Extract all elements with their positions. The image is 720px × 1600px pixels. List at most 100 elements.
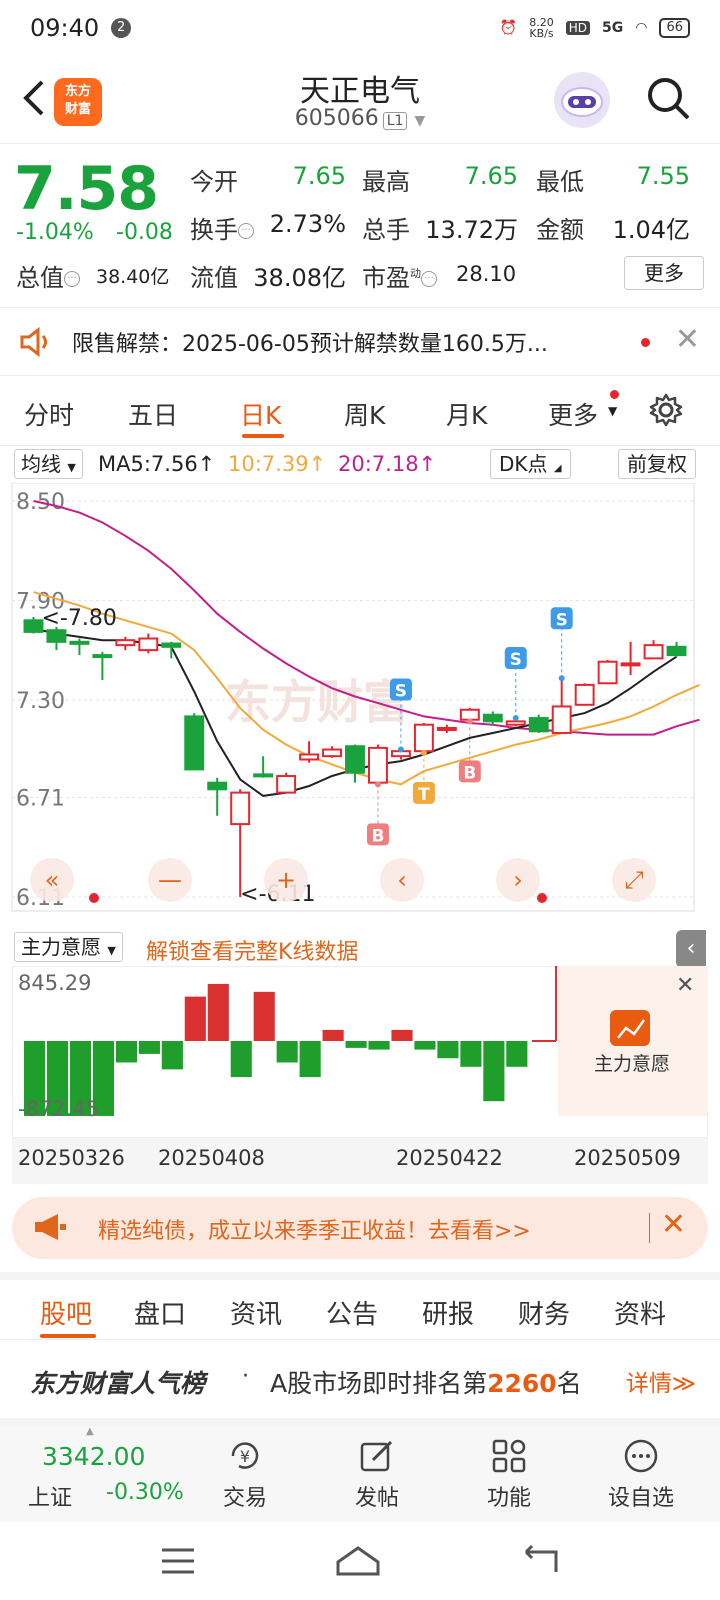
collapse-icon[interactable]: ‹ xyxy=(676,930,706,968)
indicator-bar xyxy=(276,1041,298,1063)
indicator-bar xyxy=(391,1029,413,1041)
popularity-rank[interactable]: 东方财富人气榜 · A股市场即时排名第2260名 详情≫ xyxy=(0,1340,720,1426)
tab-news[interactable]: 资讯 xyxy=(230,1294,282,1331)
stock-code[interactable]: 605066 L1 ▼ xyxy=(0,106,720,131)
more-button[interactable]: 更多 xyxy=(624,256,704,290)
ad-banner[interactable]: 精选纯债，成立以来季季正收益！去看看>> ✕ xyxy=(12,1197,708,1259)
status-time: 09:40 xyxy=(30,14,100,42)
indicator-chart[interactable]: 845.29 -872.45 ✕ 主力意愿 xyxy=(12,966,708,1138)
candle-body xyxy=(276,775,297,794)
chevron-down-icon: ▼ xyxy=(608,404,618,418)
candle-body xyxy=(459,708,480,721)
candle-body xyxy=(46,629,67,643)
step-right-icon[interactable]: › xyxy=(496,858,540,902)
trade-button[interactable]: ¥ 交易 xyxy=(200,1436,290,1512)
indicator-bar xyxy=(184,996,206,1041)
unlock-notice[interactable]: 限售解禁：2025-06-05预计解禁数量160.5万... ✕ xyxy=(0,308,720,376)
dk-point-button[interactable]: DK点 ◢ xyxy=(490,449,571,479)
open-label: 今开 xyxy=(190,168,238,196)
float-value: 38.08亿 xyxy=(253,264,346,292)
signal-dot xyxy=(420,749,427,756)
candle-body xyxy=(23,619,44,633)
tab-monthly-k[interactable]: 月K xyxy=(446,396,487,432)
candle-body xyxy=(184,715,205,771)
level-badge: L1 xyxy=(382,112,408,130)
tab-daily-k[interactable]: 日K xyxy=(240,396,281,432)
candle-body xyxy=(528,717,549,733)
menu-icon[interactable] xyxy=(160,1546,196,1576)
tab-weekly-k[interactable]: 周K xyxy=(344,396,385,432)
fullscreen-icon[interactable]: ⤢ xyxy=(612,858,656,902)
pe-label-text: 市盈 xyxy=(362,264,410,292)
home-icon[interactable] xyxy=(334,1544,382,1578)
ma-select[interactable]: 均线 ▼ xyxy=(14,449,83,479)
signal-dot xyxy=(558,675,565,682)
tab-research[interactable]: 研报 xyxy=(422,1294,474,1331)
tab-finance[interactable]: 财务 xyxy=(518,1294,570,1331)
tab-profile[interactable]: 资料 xyxy=(614,1294,666,1331)
functions-button[interactable]: 功能 xyxy=(464,1436,554,1512)
candle-body xyxy=(92,654,113,659)
candle-body xyxy=(643,644,664,660)
zoom-out-icon[interactable]: — xyxy=(148,858,192,902)
scroll-left-fast-icon[interactable]: « xyxy=(30,858,74,902)
y-tick-label: 7.30 xyxy=(16,689,65,714)
close-icon[interactable]: ✕ xyxy=(676,973,694,998)
amount-value: 1.04亿 xyxy=(612,216,690,244)
stock-title: 天正电气 xyxy=(300,74,420,109)
close-icon[interactable]: ✕ xyxy=(675,322,700,357)
megaphone-icon xyxy=(35,1214,66,1240)
back-nav-icon[interactable] xyxy=(520,1544,560,1578)
indicator-select[interactable]: 主力意愿 ▼ xyxy=(14,932,123,962)
indicator-bar xyxy=(115,1041,137,1063)
add-watchlist-label: 设自选 xyxy=(607,1486,674,1511)
zoom-in-icon[interactable]: + xyxy=(264,858,308,902)
step-left-icon[interactable]: ‹ xyxy=(380,858,424,902)
control-glyph: ⤢ xyxy=(624,866,643,894)
low-label: 最低 xyxy=(536,168,584,196)
corner-icon: ◢ xyxy=(553,463,562,474)
signal-dot xyxy=(512,715,519,722)
index-value[interactable]: 3342.00 xyxy=(42,1442,145,1471)
rank-detail-link[interactable]: 详情≫ xyxy=(626,1364,696,1398)
indicator-bar xyxy=(299,1041,321,1078)
notification-count: 2 xyxy=(111,18,132,38)
adjust-button[interactable]: 前复权 xyxy=(618,449,696,479)
tab-more[interactable]: 更多 xyxy=(548,396,598,432)
search-icon[interactable] xyxy=(644,74,692,122)
info-icon[interactable]: ··· xyxy=(238,223,254,239)
close-icon[interactable]: ✕ xyxy=(661,1207,686,1242)
ad-divider xyxy=(649,1213,650,1243)
post-button[interactable]: 发帖 xyxy=(332,1436,422,1512)
tab-five-day[interactable]: 五日 xyxy=(128,396,178,432)
date-tick: 20250408 xyxy=(158,1146,265,1170)
chevron-down-icon: ▼ xyxy=(107,944,116,957)
ma5-value: MA5:7.56↑ xyxy=(98,452,216,476)
date-axis: 20250326 20250408 20250422 20250509 xyxy=(12,1138,708,1184)
kline-chart[interactable]: 8.507.907.306.716.11东方财富<-7.80<-6.11SSSB… xyxy=(0,483,720,923)
gear-icon[interactable] xyxy=(648,392,684,428)
unlock-kline-link[interactable]: 解锁查看完整K线数据 xyxy=(146,934,358,966)
control-glyph: — xyxy=(158,866,182,894)
stock-code-text: 605066 xyxy=(294,106,379,131)
candle-body xyxy=(551,705,572,734)
trade-label: 交易 xyxy=(222,1486,267,1511)
robot-avatar-icon[interactable] xyxy=(554,72,610,128)
tab-intraday[interactable]: 分时 xyxy=(24,396,74,432)
ma-select-label: 均线 xyxy=(21,452,61,476)
tab-guba[interactable]: 股吧 xyxy=(40,1294,92,1331)
candle-body xyxy=(436,726,457,731)
tab-announcements[interactable]: 公告 xyxy=(326,1294,378,1331)
signal-label: B xyxy=(371,826,384,846)
info-icon[interactable]: ··· xyxy=(64,271,80,287)
pct-change: -1.04% xyxy=(16,220,94,245)
quote-panel: 7.58 -1.04% -0.08 今开 7.65 最高 7.65 最低 7.5… xyxy=(0,144,720,308)
candle-body xyxy=(230,791,251,826)
signal-label: T xyxy=(418,785,430,805)
system-navigation xyxy=(0,1522,720,1600)
signal-label: S xyxy=(556,610,568,630)
tab-pankou[interactable]: 盘口 xyxy=(134,1294,186,1331)
add-watchlist-button[interactable]: 设自选 xyxy=(596,1436,686,1512)
amount-label: 金额 xyxy=(536,216,584,244)
info-icon[interactable]: ··· xyxy=(421,271,437,287)
